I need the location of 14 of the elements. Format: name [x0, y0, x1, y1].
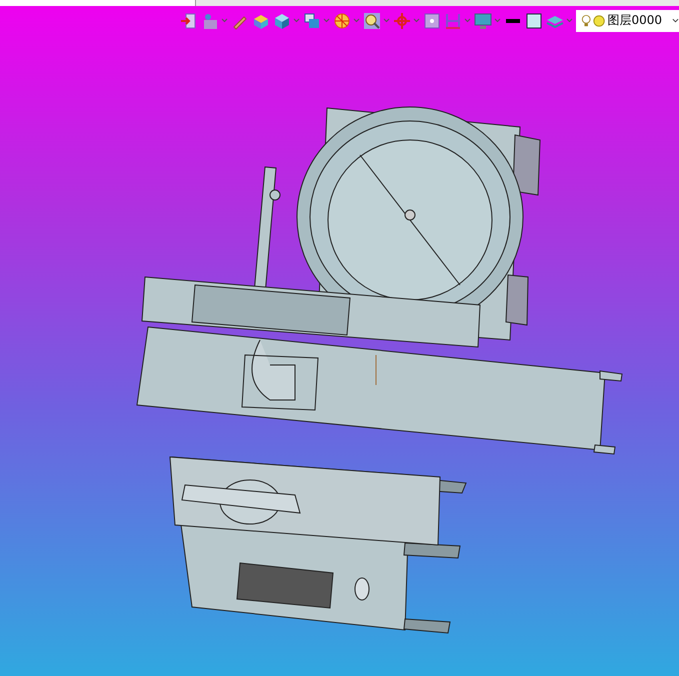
crosshair-icon[interactable] [393, 12, 411, 30]
pie-icon[interactable] [333, 12, 351, 30]
circle-icon [593, 14, 606, 28]
lightbulb-icon [581, 12, 592, 28]
zoom-icon[interactable] [363, 12, 381, 30]
square-icon[interactable] [525, 12, 543, 30]
layer-name: 图层0000 [608, 12, 662, 29]
frame-icon[interactable] [423, 12, 441, 30]
dropdown-caret-icon[interactable] [672, 18, 679, 23]
monitor-icon[interactable] [474, 12, 492, 30]
layer-dropdown[interactable]: 图层0000 [576, 10, 679, 32]
cube-icon[interactable] [273, 12, 291, 30]
exit-icon[interactable] [180, 12, 198, 30]
window-icon[interactable] [303, 12, 321, 30]
